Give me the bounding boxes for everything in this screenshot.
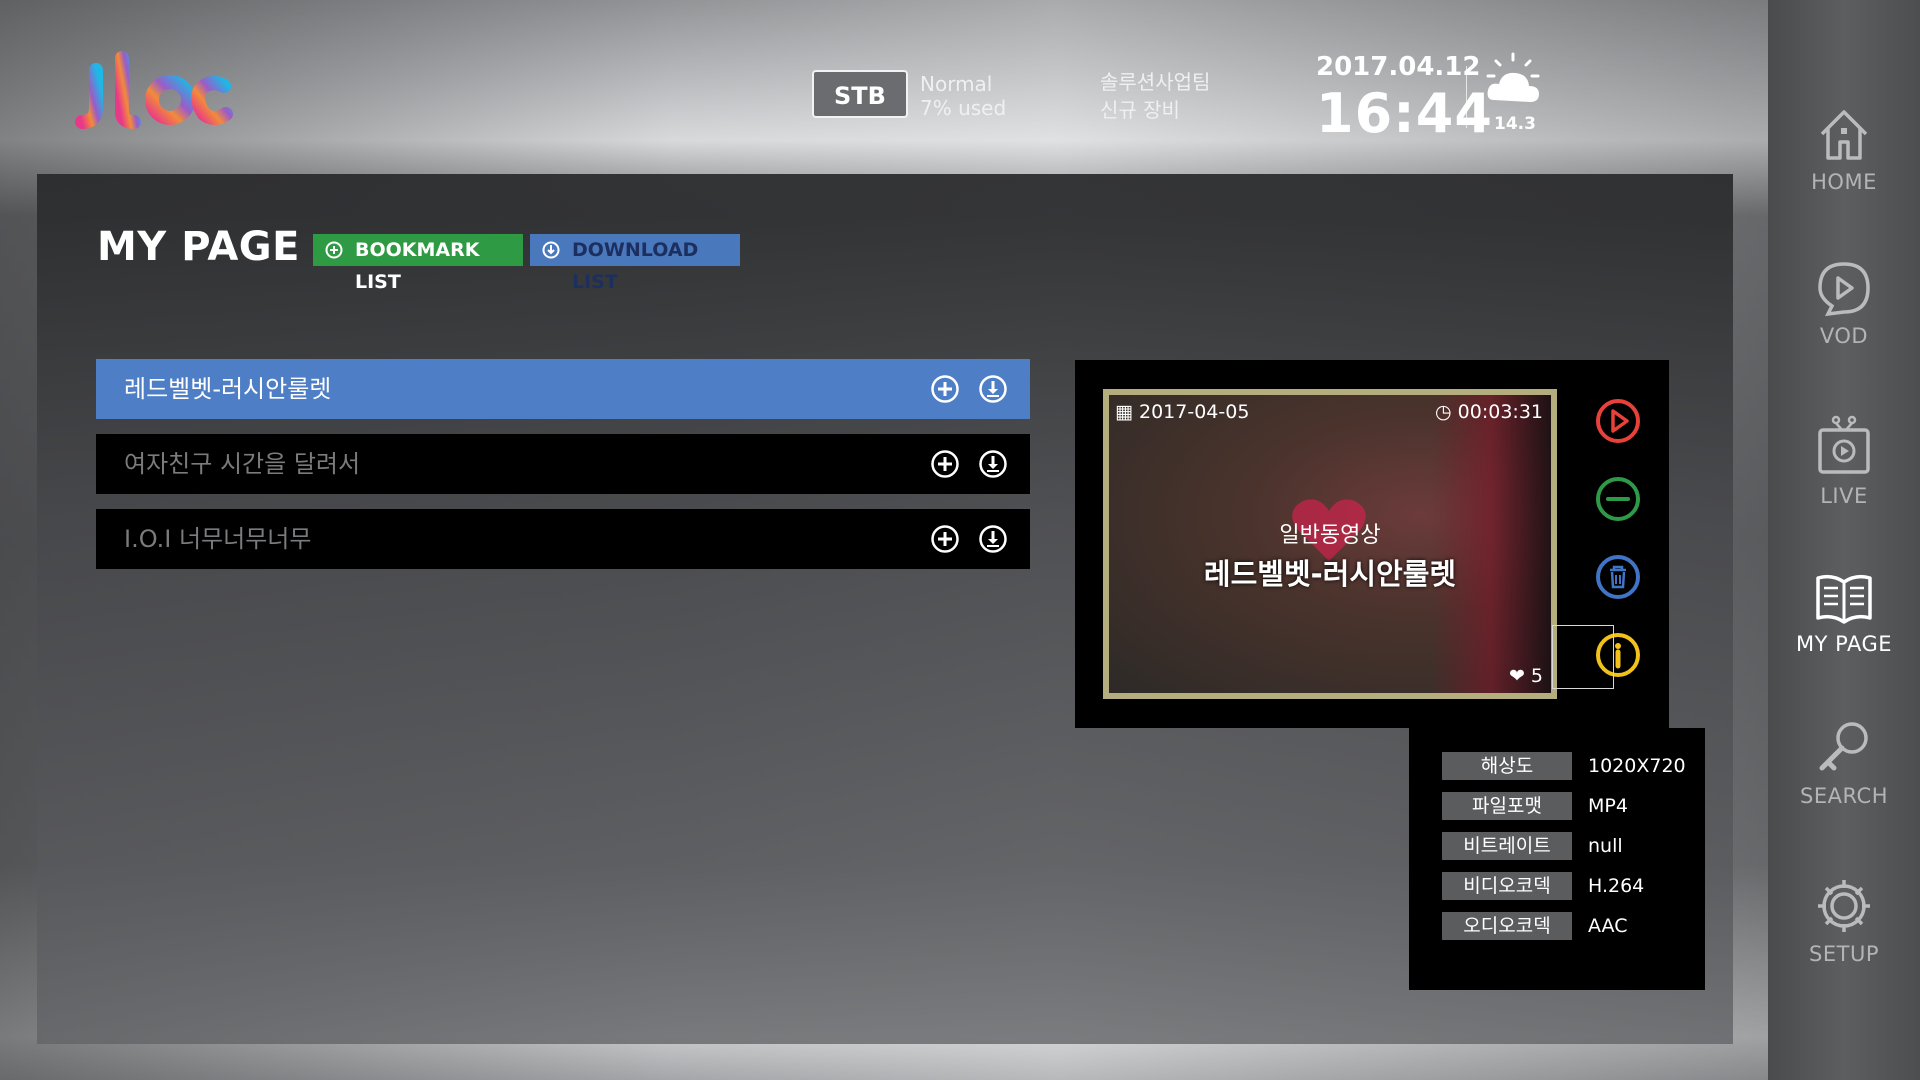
list-item[interactable]: 여자친구 시간을 달려서 xyxy=(96,434,1030,494)
minus-icon[interactable] xyxy=(1594,475,1642,523)
download-circle-icon[interactable] xyxy=(978,449,1008,479)
tab-bookmark-label: BOOKMARK LIST xyxy=(355,239,480,293)
sidebar-item-label: VOD xyxy=(1819,324,1869,348)
sidebar-item-search[interactable]: SEARCH xyxy=(1768,718,1920,808)
download-circle-icon[interactable] xyxy=(978,524,1008,554)
tv-live-icon xyxy=(1818,415,1870,474)
add-circle-icon[interactable] xyxy=(930,374,960,404)
sidebar-item-label: SETUP xyxy=(1809,942,1879,966)
detail-value: AAC xyxy=(1588,915,1628,937)
likes-count: 5 xyxy=(1530,665,1543,687)
info-selection-frame xyxy=(1552,625,1614,689)
list-item[interactable]: 레드벨벳-러시안룰렛 xyxy=(96,359,1030,419)
team-name: 솔루션사업팀 xyxy=(1100,70,1211,94)
sidebar-item-label: MY PAGE xyxy=(1796,632,1892,656)
tab-bookmark-list[interactable]: BOOKMARK LIST xyxy=(313,234,523,293)
thumbnail-duration: ◷ 00:03:31 xyxy=(1435,401,1543,423)
trash-icon[interactable] xyxy=(1594,553,1642,601)
heart-icon: ❤ xyxy=(1508,665,1525,687)
sidebar-item-setup[interactable]: SETUP xyxy=(1768,876,1920,966)
detail-value: 1020X720 xyxy=(1588,755,1686,777)
gear-icon xyxy=(1818,880,1870,932)
temperature: 14.3 xyxy=(1494,114,1536,134)
details-panel: 해상도 1020X720 파일포맷 MP4 비트레이트 null 비디오코덱 H… xyxy=(1409,728,1705,990)
sidebar-item-home[interactable]: HOME xyxy=(1768,104,1920,194)
clock-icon: ◷ xyxy=(1435,401,1452,423)
stb-badge: STB xyxy=(812,70,908,118)
sun-cloud-icon xyxy=(1482,50,1544,112)
thumbnail-duration-text: 00:03:31 xyxy=(1457,401,1543,423)
page-title: MY PAGE xyxy=(97,224,300,270)
sidebar-item-label: LIVE xyxy=(1820,484,1868,508)
tab-download-label: DOWNLOAD LIST xyxy=(572,239,699,293)
detail-value: H.264 xyxy=(1588,875,1645,897)
book-icon xyxy=(1816,574,1872,624)
add-circle-icon[interactable] xyxy=(930,524,960,554)
thumbnail-date-text: 2017-04-05 xyxy=(1139,401,1250,423)
stb-usage-text: 7% used xyxy=(920,96,1007,120)
tab-download-list[interactable]: DOWNLOAD LIST xyxy=(530,234,740,293)
detail-value: MP4 xyxy=(1588,795,1628,817)
thumbnail-title: 레드벨벳-러시안룰렛 xyxy=(1203,557,1457,591)
device-info: 솔루션사업팀 신규 장비 xyxy=(1100,68,1210,124)
detail-label: 파일포맷 xyxy=(1442,792,1572,820)
device-name: 신규 장비 xyxy=(1100,98,1180,122)
sidebar: HOME VOD LIVE MY PAGE SEARCH SETUP xyxy=(1768,0,1920,1080)
sidebar-item-my-page[interactable]: MY PAGE xyxy=(1768,570,1920,656)
sidebar-item-label: SEARCH xyxy=(1800,784,1888,808)
magnifier-icon xyxy=(1819,722,1868,771)
add-circle-icon[interactable] xyxy=(930,449,960,479)
list-item-title: I.O.I 너무너무너무 xyxy=(124,525,312,553)
current-date: 2017.04.12 xyxy=(1316,52,1481,82)
list-item-title: 여자친구 시간을 달려서 xyxy=(124,450,361,478)
play-bubble-icon xyxy=(1818,262,1870,317)
thumbnail-category: 일반동영상 xyxy=(1279,523,1381,548)
jtbc-logo xyxy=(74,50,234,134)
detail-label: 비트레이트 xyxy=(1442,832,1572,860)
main-panel: MY PAGE BOOKMARK LIST DOWNLOAD LIST 레드벨벳… xyxy=(37,174,1733,1044)
detail-label: 해상도 xyxy=(1442,752,1572,780)
sidebar-item-label: HOME xyxy=(1811,170,1877,194)
sidebar-item-vod[interactable]: VOD xyxy=(1768,258,1920,348)
header-divider xyxy=(1466,66,1467,128)
list-item[interactable]: I.O.I 너무너무너무 xyxy=(96,509,1030,569)
stb-status: Normal 7% used xyxy=(920,72,1006,120)
detail-label: 비디오코덱 xyxy=(1442,872,1572,900)
thumbnail-likes: ❤ 5 xyxy=(1509,665,1543,687)
calendar-icon: ▦ xyxy=(1115,401,1133,423)
download-circle-icon[interactable] xyxy=(978,374,1008,404)
detail-label: 오디오코덱 xyxy=(1442,912,1572,940)
home-icon xyxy=(1820,110,1868,160)
video-thumbnail[interactable]: ▦ 2017-04-05 ◷ 00:03:31 일반동영상 레드벨벳-러시안룰렛… xyxy=(1103,389,1557,699)
download-circle-icon xyxy=(542,241,560,259)
plus-circle-icon xyxy=(325,241,343,259)
thumbnail-date: ▦ 2017-04-05 xyxy=(1115,401,1249,423)
list-item-title: 레드벨벳-러시안룰렛 xyxy=(124,375,332,403)
play-icon[interactable] xyxy=(1594,397,1642,445)
detail-value: null xyxy=(1588,835,1623,857)
stb-status-text: Normal xyxy=(920,72,993,96)
sidebar-item-live[interactable]: LIVE xyxy=(1768,414,1920,508)
